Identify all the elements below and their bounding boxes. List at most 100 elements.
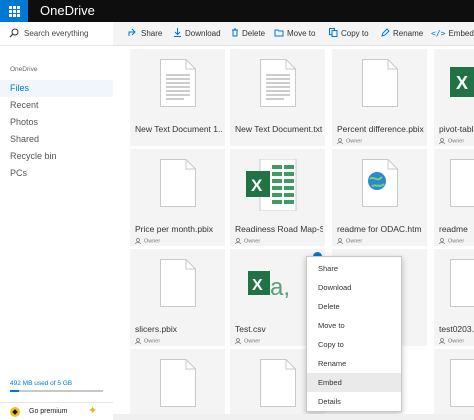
embed-icon: </> (431, 29, 446, 38)
file-tile[interactable]: readme Owner (434, 149, 474, 246)
share-icon (128, 29, 136, 37)
file-name: readme (439, 224, 468, 234)
copy-to-label: Copy to (341, 29, 369, 38)
text-document-icon (260, 59, 296, 107)
rename-icon (381, 28, 390, 38)
person-icon (439, 338, 445, 345)
copy-to-icon (329, 28, 338, 38)
file-owner: Owner (337, 138, 362, 144)
delete-button[interactable]: Delete (231, 22, 265, 46)
nav-item-files[interactable]: Files (0, 80, 113, 97)
context-menu-share[interactable]: Share (307, 259, 401, 278)
delete-icon (232, 28, 238, 37)
blank-document-icon (160, 359, 196, 407)
blank-document-icon (260, 359, 296, 407)
person-icon (439, 238, 445, 245)
nav-item-photos[interactable]: Photos (0, 114, 113, 131)
file-name: Price per month.pbix (135, 224, 213, 234)
sparkle-icon: ✦ (88, 405, 98, 417)
suite-bar: OneDrive (0, 0, 474, 22)
blank-document-icon (362, 59, 398, 107)
file-tile[interactable]: Percent difference.pbix Owner (332, 49, 427, 146)
context-menu-rename[interactable]: Rename (307, 354, 401, 373)
person-icon (337, 238, 343, 245)
nav-item-recent[interactable]: Recent (0, 97, 113, 114)
context-menu-move-to[interactable]: Move to (307, 316, 401, 335)
file-owner: Owner (439, 138, 464, 144)
file-name: Percent difference.pbix (337, 124, 424, 134)
app-title[interactable]: OneDrive (40, 3, 95, 18)
file-tile[interactable] (434, 349, 474, 420)
go-premium-label: Go premium (29, 408, 68, 415)
move-to-label: Move to (287, 29, 316, 38)
file-name: test0203.p (439, 324, 474, 334)
context-menu-delete[interactable]: Delete (307, 297, 401, 316)
command-bar: Share Download Delete Move to Copy to Re… (113, 22, 474, 46)
person-icon (439, 138, 445, 145)
download-button[interactable]: Download (173, 22, 221, 46)
download-icon (174, 28, 181, 38)
search-box[interactable]: Search everything (0, 22, 113, 46)
svg-text:a,: a, (270, 274, 290, 301)
file-tile[interactable]: Price per month.pbix Owner (130, 149, 225, 246)
file-tile[interactable]: test0203.p Owner (434, 249, 474, 346)
context-menu-embed[interactable]: Embed (307, 373, 401, 392)
file-tile[interactable]: slicers.pbix Owner (130, 249, 225, 346)
app-launcher-button[interactable] (0, 0, 28, 22)
person-icon (337, 138, 343, 145)
left-navigation: Search everything OneDrive Files Recent … (0, 22, 113, 420)
globe-icon (362, 159, 398, 207)
blank-document-icon (450, 259, 474, 307)
file-tile[interactable]: X Readiness Road Map-S... Owner (230, 149, 325, 246)
person-icon (135, 338, 141, 345)
nav-item-shared[interactable]: Shared (0, 131, 113, 148)
waffle-icon (9, 6, 20, 17)
text-document-icon (160, 59, 196, 107)
search-icon (9, 28, 19, 38)
file-tile[interactable]: New Text Document 1... (130, 49, 225, 146)
file-tile[interactable] (130, 349, 225, 420)
person-icon (135, 238, 141, 245)
excel-icon: X (246, 159, 297, 211)
file-owner: Owner (337, 238, 362, 244)
blank-document-icon (160, 159, 196, 207)
file-name: Readiness Road Map-S... (235, 224, 323, 234)
delete-label: Delete (242, 29, 266, 38)
file-name: slicers.pbix (135, 324, 178, 334)
copy-to-button[interactable]: Copy to (329, 22, 369, 46)
embed-label: Embed (448, 29, 474, 38)
context-menu-download[interactable]: Download (307, 278, 401, 297)
file-owner: Owner (135, 338, 160, 344)
person-icon (235, 238, 241, 245)
storage-meter (10, 390, 103, 392)
share-label: Share (141, 29, 163, 38)
files-grid: New Text Document 1... New Text Document… (113, 46, 474, 420)
file-owner: Owner (439, 238, 464, 244)
blank-document-icon (450, 359, 474, 407)
nav-item-pcs[interactable]: PCs (0, 165, 113, 182)
file-tile[interactable]: New Text Document.txt (230, 49, 325, 146)
file-owner: Owner (135, 238, 160, 244)
rename-button[interactable]: Rename (381, 22, 423, 46)
file-owner: Owner (439, 338, 464, 344)
nav-item-recycle-bin[interactable]: Recycle bin (0, 148, 113, 165)
context-menu-copy-to[interactable]: Copy to (307, 335, 401, 354)
move-to-button[interactable]: Move to (274, 22, 315, 46)
share-button[interactable]: Share (128, 22, 162, 46)
storage-meter-fill (10, 390, 19, 392)
file-owner: Owner (235, 238, 260, 244)
go-premium-button[interactable]: Go premium ✦ (0, 402, 113, 420)
horizontal-scrollbar[interactable] (113, 414, 474, 420)
file-tile[interactable]: X pivot-table Owner (434, 49, 474, 146)
blank-document-icon (160, 259, 196, 307)
move-to-icon (274, 29, 284, 37)
file-name: pivot-table (439, 124, 474, 134)
storage-usage-link[interactable]: 492 MB used of 5 GB (10, 380, 72, 387)
file-tile[interactable]: readme for ODAC.htm Owner (332, 149, 427, 246)
blank-document-icon (450, 159, 474, 207)
file-name: New Text Document.txt (235, 124, 323, 134)
context-menu-details[interactable]: Details (307, 392, 401, 411)
csv-icon: X a, (248, 271, 290, 301)
embed-button[interactable]: </> Embed (431, 22, 474, 46)
file-name: New Text Document 1... (135, 124, 223, 134)
